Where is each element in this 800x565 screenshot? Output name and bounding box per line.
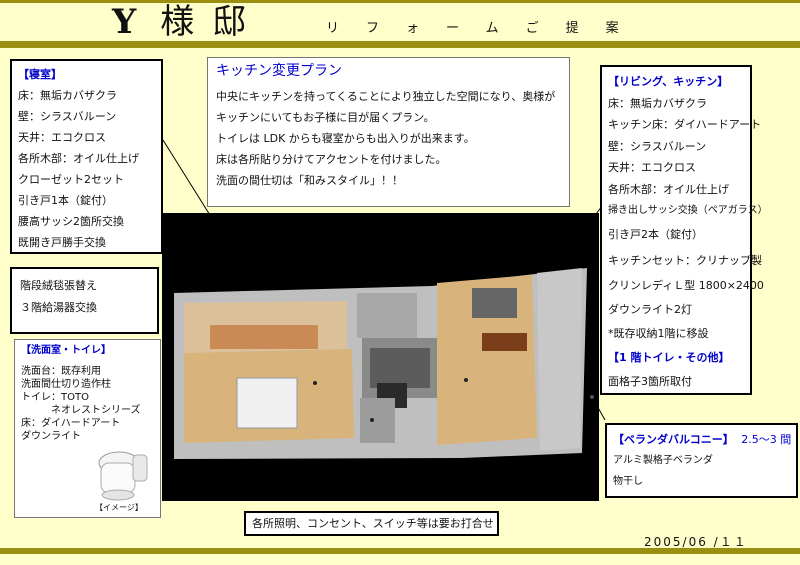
living-item: ダウンライト2灯	[608, 302, 692, 316]
living-kitchen-spec-box: 【リビング、キッチン】 床：無垢カバザクラ キッチン床：ダイハードアート 壁：シ…	[600, 65, 768, 395]
toilet-other-heading: 【1 階トイレ・その他】	[608, 350, 730, 364]
note-box: 各所照明、コンセント、スイッチ等は要お打合せ	[244, 511, 499, 536]
footer-band	[0, 548, 800, 554]
bedroom-item: 天井：エコクロス	[18, 131, 106, 144]
plan-line: 床は各所貼り分けてアクセントを付けました。	[216, 153, 447, 166]
living-item: 床：無垢カバザクラ	[608, 96, 707, 110]
veranda-size: 2.5～3 間	[741, 433, 792, 446]
living-item: 天井：エコクロス	[608, 161, 696, 174]
stairs-item: ３階給湯器交換	[20, 301, 97, 314]
veranda-item: アルミ製格子ベランダ	[613, 455, 713, 466]
bedroom-spec-box: 【寝室】 床：無垢カバザクラ 壁：シラスバルーン 天井：エコクロス 各所木部：オ…	[10, 59, 163, 254]
washroom-item: 洗面間仕切り造作柱	[21, 379, 111, 390]
title-name: 様邸	[160, 2, 265, 42]
header-band-top-2	[0, 41, 800, 48]
plan-line: キッチンにいてもお子様に目が届くプラン。	[216, 111, 435, 124]
bedroom-item: 引き戸1本（錠付）	[18, 194, 113, 207]
stairs-item: 階段絨毯張替え	[20, 279, 97, 292]
toilet-image	[98, 451, 148, 501]
washroom-spec-box: 【洗面室・トイレ】 洗面台：既存利用 洗面間仕切り造作柱 トイレ：TOTO ネオ…	[14, 339, 161, 518]
washroom-item: ダウンライト	[21, 431, 81, 442]
veranda-item: 物干し	[613, 476, 643, 487]
bedroom-item: 壁：シラスバルーン	[18, 110, 117, 123]
living-item: 掃き出しサッシ交換（ペアガラス）	[608, 205, 768, 216]
plan-title: キッチン変更プラン	[216, 63, 342, 79]
living-item: 壁：シラスバルーン	[608, 139, 707, 153]
bedroom-item: 既開き戸勝手交換	[18, 236, 106, 249]
floor-plan-drawing	[162, 213, 599, 501]
living-heading: 【リビング、キッチン】	[608, 75, 729, 88]
floor-plan-image	[162, 213, 599, 501]
bedroom-item: クローゼット2セット	[18, 173, 124, 186]
page-subtitle: リフォームご提案	[326, 21, 646, 36]
toilet-image-caption: 【イメージ】	[95, 503, 143, 512]
veranda-heading: 【ベランダバルコニー】	[613, 433, 734, 446]
living-item: 各所木部：オイル仕上げ	[608, 182, 729, 196]
living-item: キッチンセット：クリナップ製	[608, 253, 762, 267]
veranda-heading-row: 【ベランダバルコニー】 2.5～3 間	[613, 431, 792, 449]
note-text: 各所照明、コンセント、スイッチ等は要お打合せ	[252, 517, 494, 530]
bedroom-item: 腰高サッシ2箇所交換	[18, 215, 124, 228]
washroom-item: 床：ダイハードアート	[21, 418, 121, 429]
bedroom-item: 各所木部：オイル仕上げ	[18, 152, 139, 165]
bedroom-item: 床：無垢カバザクラ	[18, 89, 117, 102]
toilet-other-item: 面格子3箇所取付	[608, 374, 692, 388]
living-item: クリンレディＬ型 1800×2400	[608, 278, 764, 292]
living-item: 引き戸2本（錠付）	[608, 227, 703, 241]
veranda-spec-box: 【ベランダバルコニー】 2.5～3 間 アルミ製格子ベランダ 物干し	[605, 423, 798, 498]
living-item: キッチン床：ダイハードアート	[608, 118, 762, 131]
plan-line: 洗面の間仕切は「和みスタイル」！！	[216, 174, 403, 187]
title-initial: Y	[112, 2, 161, 42]
washroom-item: ネオレストシリーズ	[21, 405, 141, 416]
washroom-item: 洗面台：既存利用	[21, 366, 101, 377]
living-item: *既存収納1階に移設	[608, 326, 709, 340]
plan-line: トイレは LDK からも寝室からも出入りが出来ます。	[216, 132, 475, 145]
stairs-spec-box: 階段絨毯張替え ３階給湯器交換	[10, 267, 159, 334]
plan-description-box: キッチン変更プラン 中央にキッチンを持ってくることにより独立した空間になり、奥様…	[207, 57, 570, 207]
washroom-heading: 【洗面室・トイレ】	[21, 345, 111, 356]
page-title: Y様邸	[112, 4, 264, 40]
plan-line: 中央にキッチンを持ってくることにより独立した空間になり、奥様が	[216, 90, 556, 103]
bedroom-heading: 【寝室】	[18, 68, 62, 81]
washroom-item: トイレ：TOTO	[21, 392, 89, 403]
